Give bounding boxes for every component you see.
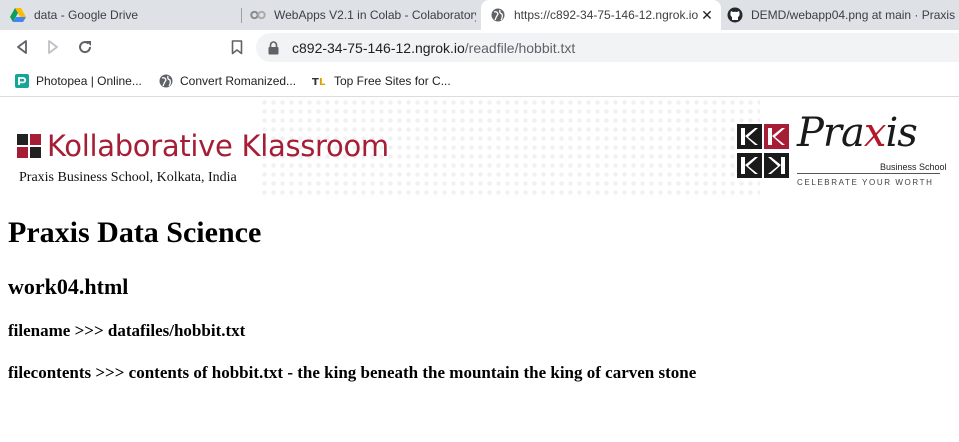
bookmark-convert-romanized[interactable]: Convert Romanized... <box>158 71 296 91</box>
praxis-word-x: x <box>863 110 887 156</box>
filename-line: filename >>> datafiles/hobbit.txt <box>8 321 246 340</box>
bookmark-icon <box>231 39 243 54</box>
praxis-divider <box>797 173 940 174</box>
back-button[interactable] <box>10 35 34 59</box>
github-icon <box>727 7 743 23</box>
banner-title: Kollaborative Klassroom <box>47 129 389 163</box>
tab-title: data - Google Drive <box>34 8 139 22</box>
address-bar[interactable]: c892-34-75-146-12.ngrok.io/readfile/hobb… <box>256 33 959 62</box>
praxis-word-start: Pra <box>797 110 865 156</box>
bookmark-page-button[interactable] <box>225 35 249 59</box>
forward-button[interactable] <box>41 35 65 59</box>
lock-icon <box>266 40 280 55</box>
tab-title: https://c892-34-75-146-12.ngrok.io <box>514 8 699 22</box>
banner-subtitle: Praxis Business School, Kolkata, India <box>19 170 237 185</box>
page-content: Kollaborative Klassroom Praxis Business … <box>0 98 959 442</box>
filecontents-line: filecontents >>> contents of hobbit.txt … <box>8 363 697 382</box>
url-host: c892-34-75-146-12.ngrok.io <box>292 39 465 56</box>
tab-ngrok[interactable]: https://c892-34-75-146-12.ngrok.io ✕ <box>481 0 721 30</box>
photopea-icon <box>14 73 30 89</box>
tab-divider <box>241 8 242 23</box>
close-tab-icon[interactable]: ✕ <box>699 7 715 23</box>
globe-icon <box>158 73 174 89</box>
tab-title: DEMD/webapp04.png at main · Praxis <box>751 8 956 22</box>
header-banner: Kollaborative Klassroom Praxis Business … <box>0 98 959 198</box>
bookmark-top-free-sites[interactable]: TL Top Free Sites for C... <box>312 71 451 91</box>
browser-toolbar: c892-34-75-146-12.ngrok.io/readfile/hobb… <box>0 30 959 65</box>
praxis-wordmark: Praxis <box>797 110 918 156</box>
url-path: /readfile/hobbit.txt <box>464 39 576 56</box>
praxis-business-school-label: Business School <box>880 162 947 172</box>
page-heading: Praxis Data Science <box>8 216 262 249</box>
bookmark-label: Convert Romanized... <box>180 74 297 88</box>
kk-monogram-logo-icon <box>737 124 789 178</box>
forward-arrow-icon <box>48 40 58 54</box>
svg-text:L: L <box>319 77 326 87</box>
tab-github[interactable]: DEMD/webapp04.png at main · Praxis <box>727 0 959 30</box>
tab-title: WebApps V2.1 in Colab - Colaboratory <box>274 8 476 22</box>
bookmark-label: Top Free Sites for C... <box>334 74 451 88</box>
bookmarks-bar: Photopea | Online... Convert Romanized..… <box>0 65 959 97</box>
tab-colab[interactable]: WebApps V2.1 in Colab - Colaboratory <box>250 0 476 30</box>
reload-icon <box>79 41 92 54</box>
praxis-word-end: is <box>885 110 917 156</box>
back-arrow-icon <box>17 40 27 54</box>
reload-button[interactable] <box>73 35 97 59</box>
url-text: c892-34-75-146-12.ngrok.io/readfile/hobb… <box>292 40 575 56</box>
google-drive-icon <box>10 7 26 23</box>
tl-icon: TL <box>312 73 328 89</box>
page-subheading: work04.html <box>8 274 129 299</box>
bookmark-label: Photopea | Online... <box>36 74 142 88</box>
tab-strip: data - Google Drive WebApps V2.1 in Cola… <box>0 0 959 30</box>
svg-text:T: T <box>312 77 319 87</box>
globe-icon <box>490 7 506 23</box>
tab-google-drive[interactable]: data - Google Drive <box>10 0 236 30</box>
praxis-tagline: CELEBRATE YOUR WORTH <box>797 178 934 187</box>
colab-icon <box>250 7 266 23</box>
bookmark-photopea[interactable]: Photopea | Online... <box>14 71 142 91</box>
kk-squares-logo-icon <box>17 134 41 158</box>
